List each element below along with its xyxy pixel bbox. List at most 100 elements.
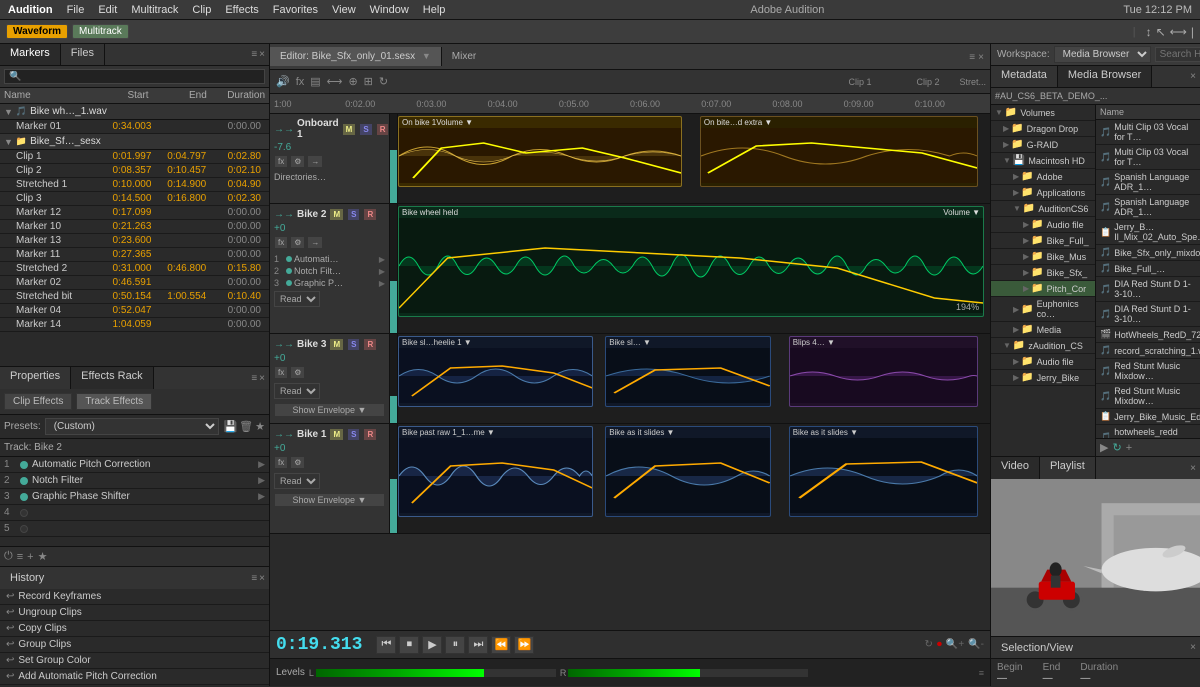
track-solo-btn-bike1[interactable]: S xyxy=(347,428,360,441)
effect-row-1[interactable]: 1 Automatic Pitch Correction ▶ xyxy=(0,457,269,473)
clip-bike1-2[interactable]: Bike as it slides ▼ xyxy=(605,426,771,517)
list-item[interactable]: Marker 14 1:04.059 0:00.00 xyxy=(0,318,269,332)
history-close-icon[interactable]: × xyxy=(259,573,265,584)
menu-file[interactable]: File xyxy=(61,4,91,16)
list-item[interactable]: Stretched 2 0:31.000 0:46.800 0:15.80 xyxy=(0,262,269,276)
crossfade-icon[interactable]: ⊕ xyxy=(346,75,359,88)
menu-favorites[interactable]: Favorites xyxy=(267,4,324,16)
list-item[interactable]: Marker 10 0:21.263 0:00.00 xyxy=(0,220,269,234)
list-item[interactable]: 🎵record_scratching_1.wav xyxy=(1096,343,1200,359)
media-item-auditioncs6[interactable]: ▼ 📁 AuditionCS6 xyxy=(991,201,1095,217)
media-item-bikemus[interactable]: ▶ 📁 Bike_Mus xyxy=(991,249,1095,265)
tab-media-browser[interactable]: Media Browser xyxy=(1058,66,1152,87)
track-record-btn-bike3[interactable]: R xyxy=(363,338,377,351)
track-eff2-btn-bike2[interactable]: → xyxy=(307,236,323,249)
track-content-onboard1[interactable]: On bike 1Volume ▼ On bite…d extra ▼ xyxy=(398,114,990,203)
list-item[interactable]: 🎵DIA Red Stunt D 1-3-10… xyxy=(1096,277,1200,302)
tab-video[interactable]: Video xyxy=(991,457,1040,479)
track-content-bike2[interactable]: Bike wheel held Volume ▼ 194% xyxy=(398,204,990,333)
fx-icon[interactable]: fx xyxy=(294,76,307,88)
track-effects-button[interactable]: Track Effects xyxy=(76,393,152,410)
track-fx-btn-bike2[interactable]: fx xyxy=(274,236,288,249)
goto-end-button[interactable]: ⏭ xyxy=(468,636,488,654)
list-item[interactable]: ↩ Set Group Color xyxy=(0,653,269,669)
track-eff-btn-bike3[interactable]: ⚙ xyxy=(290,366,305,379)
track-record-btn-bike2[interactable]: R xyxy=(363,208,377,221)
zoom-in-icon[interactable]: 🔍+ xyxy=(946,639,964,650)
effect-row-3[interactable]: 3 Graphic Phase Shifter ▶ xyxy=(0,489,269,505)
marker-group-1-header[interactable]: ▼ 🎵 Bike wh…_1.wav xyxy=(0,104,269,120)
media-item-audiofile[interactable]: ▶ 📁 Audio file xyxy=(991,217,1095,233)
effects-panel-close-icon[interactable]: × xyxy=(259,373,265,384)
clip-bike1-3[interactable]: Bike as it slides ▼ xyxy=(789,426,978,517)
media-item-media[interactable]: ▶ 📁 Media xyxy=(991,322,1095,338)
list-item[interactable]: 📋Jerry_Bike_Music_Edit_BETA… xyxy=(1096,409,1200,425)
list-item[interactable]: 🎵Multi Clip 03 Vocal for T… xyxy=(1096,145,1200,170)
track-eff-btn-bike1[interactable]: ⚙ xyxy=(290,456,305,469)
read-mode-select-bike1[interactable]: Read xyxy=(274,473,320,489)
star-icon[interactable]: ★ xyxy=(255,420,265,433)
track-solo-btn-bike3[interactable]: S xyxy=(347,338,360,351)
stretch-icon[interactable]: ⟷ xyxy=(325,75,345,88)
panel-menu-icon[interactable]: ≡ xyxy=(251,49,257,60)
add-effect-icon[interactable]: + xyxy=(27,551,33,563)
track-solo-button[interactable]: S xyxy=(359,123,372,136)
delete-preset-icon[interactable]: 🗑 xyxy=(239,420,253,433)
list-item[interactable]: Marker 12 0:17.099 0:00.00 xyxy=(0,206,269,220)
tab-playlist[interactable]: Playlist xyxy=(1040,457,1096,479)
list-item[interactable]: 🎵Bike_Sfx_only_mixdown… xyxy=(1096,245,1200,261)
media-item-audiofile2[interactable]: ▶ 📁 Audio file xyxy=(991,354,1095,370)
clip-onboard-2[interactable]: On bite…d extra ▼ xyxy=(700,116,978,187)
effect-expand-icon-3[interactable]: ▶ xyxy=(258,491,265,502)
media-item-zaudition[interactable]: ▼ 📁 zAudition_CS xyxy=(991,338,1095,354)
tab-metadata[interactable]: Metadata xyxy=(991,66,1058,87)
menu-edit[interactable]: Edit xyxy=(92,4,123,16)
media-item-macintoshhd[interactable]: ▼ 💾 Macintosh HD xyxy=(991,153,1095,169)
track-fx-button[interactable]: fx xyxy=(274,155,288,168)
levels-panel-menu-icon[interactable]: ≡ xyxy=(979,668,984,678)
menu-multitrack[interactable]: Multitrack xyxy=(125,4,184,16)
list-item[interactable]: 🎵Multi Clip 03 Vocal for T… xyxy=(1096,120,1200,145)
match-clip-icon[interactable]: ▤ xyxy=(308,75,322,88)
list-item[interactable]: Marker 11 0:27.365 0:00.00 xyxy=(0,248,269,262)
effects-panel-menu-icon[interactable]: ≡ xyxy=(251,373,257,384)
editor-panel-menu-icon[interactable]: ≡ xyxy=(969,52,975,63)
list-item[interactable]: ↩ Record Keyframes xyxy=(0,589,269,605)
auto-expand-3[interactable]: ▶ xyxy=(379,279,385,288)
editor-tab[interactable]: Editor: Bike_Sfx_only_01.sesx ▼ xyxy=(270,47,442,66)
zoom-out-icon[interactable]: 🔍- xyxy=(968,639,984,650)
media-loop-icon[interactable]: ↻ xyxy=(1112,441,1121,454)
clip-bike2-main[interactable]: Bike wheel held Volume ▼ 194% xyxy=(398,206,984,317)
track-eff1-btn-bike2[interactable]: ⚙ xyxy=(290,236,305,249)
auto-expand-1[interactable]: ▶ xyxy=(379,255,385,264)
track-content-bike3[interactable]: Bike sl…heelie 1 ▼ Bike sl… ▼ xyxy=(398,334,990,423)
list-item[interactable]: Marker 01 0:34.003 0:00.00 xyxy=(0,120,269,134)
menu-view[interactable]: View xyxy=(326,4,362,16)
power-icon[interactable]: ⏻ xyxy=(4,550,13,563)
track-output-button[interactable]: → xyxy=(307,155,323,168)
track-input-button[interactable]: ⚙ xyxy=(290,155,305,168)
selection-panel-close-icon[interactable]: × xyxy=(1190,642,1196,653)
panel-close-icon[interactable]: × xyxy=(259,49,265,60)
tab-files[interactable]: Files xyxy=(61,44,105,65)
list-item[interactable]: ↩ Add Automatic Pitch Correction xyxy=(0,669,269,685)
track-content-bike1[interactable]: Bike past raw 1_1…me ▼ Bike as it slides… xyxy=(398,424,990,533)
tab-properties[interactable]: Properties xyxy=(0,367,71,389)
razor-tool-icon[interactable]: | xyxy=(1191,25,1194,39)
track-solo-btn-bike2[interactable]: S xyxy=(347,208,360,221)
effect-row-4[interactable]: 4 xyxy=(0,505,269,521)
list-item[interactable]: Stretched bit 0:50.154 1:00.554 0:10.40 xyxy=(0,290,269,304)
rewind-button[interactable]: ⏪ xyxy=(491,636,511,654)
list-icon[interactable]: ≡ xyxy=(17,551,23,563)
media-item-graid[interactable]: ▶ 📁 G-RAID xyxy=(991,137,1095,153)
list-item[interactable]: 📋Jerry_B…Il_Mix_02_Auto_Spe… xyxy=(1096,220,1200,245)
presets-select[interactable]: (Custom) xyxy=(45,418,220,435)
read-mode-select-bike2[interactable]: Read xyxy=(274,291,320,307)
menu-effects[interactable]: Effects xyxy=(219,4,264,16)
forward-button[interactable]: ⏩ xyxy=(514,636,534,654)
effect-expand-icon-2[interactable]: ▶ xyxy=(258,475,265,486)
clip-gain-icon[interactable]: 🔊 xyxy=(274,75,292,88)
track-mute-btn-bike2[interactable]: M xyxy=(329,208,344,221)
list-item[interactable]: Marker 13 0:23.600 0:00.00 xyxy=(0,234,269,248)
media-item-jerrybike[interactable]: ▶ 📁 Jerry_Bike xyxy=(991,370,1095,386)
